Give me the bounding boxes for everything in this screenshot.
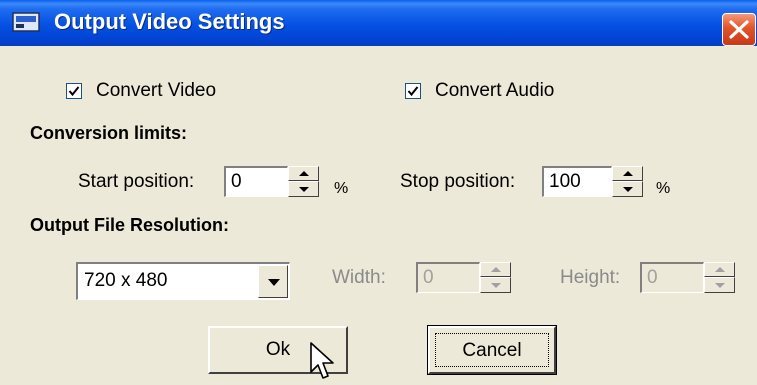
spin-down-icon[interactable] xyxy=(480,277,511,293)
chevron-down-icon[interactable] xyxy=(258,265,288,298)
resolution-select[interactable]: 720 x 480 xyxy=(76,262,290,300)
cancel-button[interactable]: Cancel xyxy=(427,325,557,375)
width-spinner[interactable] xyxy=(480,262,511,293)
width-label: Width: xyxy=(332,267,386,288)
height-input[interactable]: 0 xyxy=(640,262,704,293)
spin-up-icon[interactable] xyxy=(612,166,643,181)
output-resolution-heading: Output File Resolution: xyxy=(30,215,229,235)
height-spinner[interactable] xyxy=(704,262,735,293)
video-settings-icon xyxy=(12,12,42,34)
output-video-settings-dialog: Output Video Settings Convert Video Conv… xyxy=(0,0,757,385)
stop-unit: % xyxy=(656,180,671,197)
mouse-pointer-icon xyxy=(310,342,334,379)
close-icon xyxy=(729,20,749,39)
convert-audio-label[interactable]: Convert Audio xyxy=(435,80,554,102)
focus-rectangle: Cancel xyxy=(435,333,549,367)
stop-position-spinner[interactable] xyxy=(612,166,643,197)
checkmark-icon xyxy=(68,86,80,97)
ok-button-label: Ok xyxy=(265,339,291,360)
title-bar[interactable]: Output Video Settings xyxy=(0,0,757,46)
spin-up-icon[interactable] xyxy=(704,262,735,277)
resolution-selected-value: 720 x 480 xyxy=(84,270,168,291)
conversion-limits-heading: Conversion limits: xyxy=(30,123,188,143)
convert-video-label[interactable]: Convert Video xyxy=(96,80,216,102)
stop-position-input[interactable]: 100 xyxy=(542,166,612,197)
start-position-label: Start position: xyxy=(78,171,195,192)
close-button[interactable] xyxy=(722,13,756,46)
dialog-title: Output Video Settings xyxy=(54,9,285,34)
start-unit: % xyxy=(334,180,349,197)
checkmark-icon xyxy=(407,86,419,97)
start-position-spinner[interactable] xyxy=(288,166,319,197)
cancel-button-label: Cancel xyxy=(462,340,522,361)
width-input[interactable]: 0 xyxy=(416,262,480,293)
convert-video-checkbox[interactable] xyxy=(66,83,82,99)
spin-down-icon[interactable] xyxy=(704,277,735,293)
spin-down-icon[interactable] xyxy=(288,181,319,197)
height-label: Height: xyxy=(560,267,621,288)
convert-audio-checkbox[interactable] xyxy=(405,83,421,99)
spin-down-icon[interactable] xyxy=(612,181,643,197)
spin-up-icon[interactable] xyxy=(288,166,319,181)
spin-up-icon[interactable] xyxy=(480,262,511,277)
start-position-input[interactable]: 0 xyxy=(224,166,288,197)
stop-position-label: Stop position: xyxy=(400,171,516,192)
